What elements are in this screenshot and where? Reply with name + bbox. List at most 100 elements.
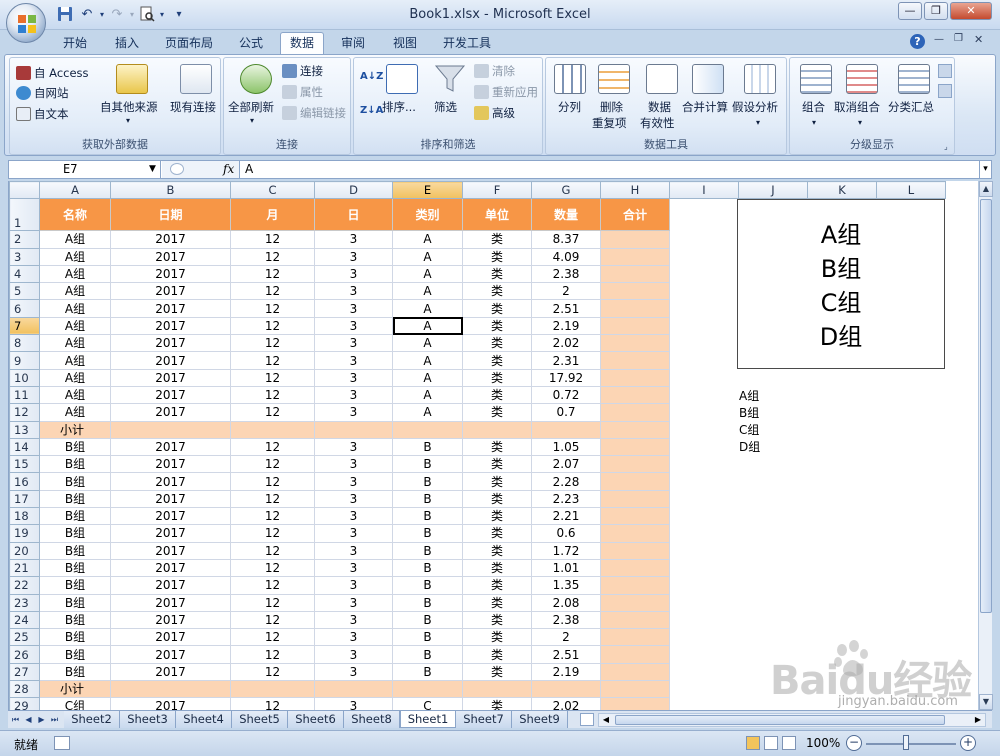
cell[interactable]: 2017	[110, 645, 231, 664]
cell[interactable]: B组	[39, 489, 111, 509]
vertical-scrollbar[interactable]: ▲ ▼	[978, 181, 993, 710]
cell[interactable]: B	[392, 593, 463, 612]
cell[interactable]: 12	[230, 403, 315, 422]
row-header[interactable]: 6	[9, 299, 40, 318]
insert-function-button[interactable]: fx	[223, 161, 234, 178]
row-header[interactable]: 7	[9, 316, 40, 336]
total-cell[interactable]	[600, 628, 670, 647]
column-header[interactable]: J	[738, 181, 808, 200]
empty-cell[interactable]	[876, 438, 946, 456]
cell[interactable]: B组	[39, 610, 111, 630]
cell[interactable]: 2.21	[531, 507, 601, 526]
cell[interactable]: B组	[39, 645, 111, 664]
cell[interactable]: 3	[314, 316, 393, 336]
column-header[interactable]: F	[462, 181, 532, 200]
connections-button[interactable]: 连接	[282, 64, 323, 78]
tab-page-layout[interactable]: 页面布局	[156, 33, 222, 54]
empty-cell[interactable]	[876, 472, 946, 491]
total-cell[interactable]	[600, 472, 670, 491]
cell[interactable]: A	[392, 299, 463, 318]
cell[interactable]: 类	[462, 576, 532, 595]
cell[interactable]: 类	[462, 264, 532, 284]
empty-cell[interactable]	[738, 542, 808, 560]
filter-button[interactable]: 筛选	[430, 64, 470, 134]
cell[interactable]: A	[392, 282, 463, 301]
total-cell[interactable]	[600, 282, 670, 301]
empty-cell[interactable]	[669, 248, 739, 266]
total-cell[interactable]	[600, 264, 670, 284]
cell[interactable]: 3	[314, 541, 393, 560]
cell[interactable]: B组	[39, 593, 111, 612]
subtotal-label[interactable]: 小计	[39, 420, 111, 439]
header-cell[interactable]: 月	[230, 198, 315, 232]
row-header[interactable]: 10	[9, 368, 40, 387]
cell[interactable]: 12	[230, 489, 315, 509]
cell[interactable]: B组	[39, 524, 111, 543]
cell[interactable]: 3	[314, 230, 393, 249]
cell[interactable]: A组	[39, 247, 111, 266]
empty-cell[interactable]	[807, 524, 877, 543]
qat-customize-icon[interactable]: ▾	[170, 6, 188, 24]
cell[interactable]: 2.02	[531, 334, 601, 353]
row-header[interactable]: 29	[9, 697, 40, 710]
empty-cell[interactable]	[807, 421, 877, 439]
empty-cell[interactable]	[738, 594, 808, 612]
cell[interactable]: A组	[39, 351, 111, 370]
cell[interactable]: 3	[314, 472, 393, 491]
ribbon-minimize-icon[interactable]: —	[934, 34, 944, 45]
cell[interactable]: 2017	[110, 541, 231, 560]
cell[interactable]: 12	[230, 282, 315, 301]
cell[interactable]: 类	[462, 628, 532, 647]
row-header[interactable]: 20	[9, 541, 40, 560]
cell[interactable]: 12	[230, 247, 315, 266]
cell[interactable]: 2017	[110, 472, 231, 491]
minimize-button[interactable]: —	[898, 2, 922, 20]
total-cell[interactable]	[600, 368, 670, 387]
cell[interactable]: 2017	[110, 610, 231, 630]
empty-cell[interactable]	[669, 663, 739, 681]
cell[interactable]: 12	[230, 455, 315, 474]
row-header[interactable]: 5	[9, 282, 40, 301]
total-cell[interactable]	[600, 610, 670, 630]
cell[interactable]: B组	[39, 541, 111, 560]
edit-links-button[interactable]: 编辑链接	[282, 106, 346, 120]
total-cell[interactable]	[600, 489, 670, 509]
row-header[interactable]: 1	[9, 198, 40, 232]
total-cell[interactable]	[600, 351, 670, 370]
cell[interactable]: A	[392, 264, 463, 284]
cell[interactable]: 类	[462, 541, 532, 560]
cell[interactable]: 1.05	[531, 437, 601, 457]
total-cell[interactable]	[600, 697, 670, 710]
zoom-out-button[interactable]: −	[846, 735, 862, 751]
office-button[interactable]	[6, 3, 46, 43]
column-header[interactable]: B	[110, 181, 231, 200]
sort-descending-button[interactable]: Z↓A	[360, 104, 383, 118]
cell[interactable]: B	[392, 610, 463, 630]
text-to-columns-button[interactable]: 分列	[550, 64, 590, 134]
total-cell[interactable]	[600, 316, 670, 336]
column-header[interactable]: D	[314, 181, 393, 200]
cell[interactable]: 2017	[110, 455, 231, 474]
empty-cell[interactable]	[876, 507, 946, 525]
cell[interactable]: 类	[462, 247, 532, 266]
total-cell[interactable]	[600, 299, 670, 318]
sort-button[interactable]: 排序...	[382, 64, 422, 134]
sheet-tab[interactable]: Sheet7	[456, 711, 512, 728]
cell[interactable]	[392, 420, 463, 439]
empty-cell[interactable]	[669, 351, 739, 370]
cell[interactable]: 2017	[110, 368, 231, 387]
existing-connections-button[interactable]: 现有连接	[170, 64, 220, 134]
cell[interactable]: 2017	[110, 299, 231, 318]
cell[interactable]: 4.09	[531, 247, 601, 266]
empty-cell[interactable]	[807, 490, 877, 508]
workbook-close-icon[interactable]: ✕	[974, 33, 983, 46]
empty-cell[interactable]	[669, 542, 739, 560]
row-header[interactable]: 25	[9, 628, 40, 647]
empty-cell[interactable]	[669, 611, 739, 629]
cell[interactable]: 类	[462, 282, 532, 301]
list-item[interactable]: A组	[739, 388, 759, 405]
row-header[interactable]: 9	[9, 351, 40, 370]
cell[interactable]: B	[392, 455, 463, 474]
cell[interactable]	[230, 680, 315, 699]
cell[interactable]	[462, 420, 532, 439]
